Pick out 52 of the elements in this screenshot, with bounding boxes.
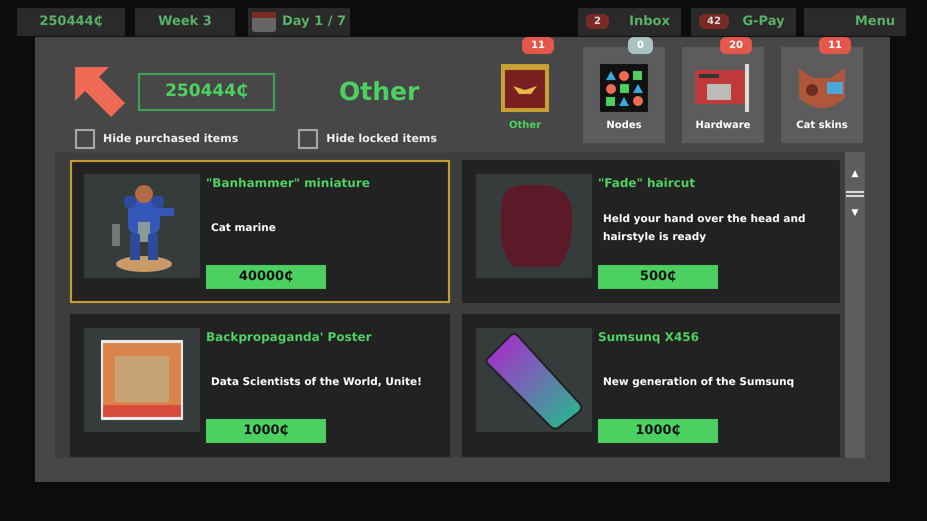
item-name: Sumsunq X456 bbox=[598, 329, 700, 346]
checkbox-label: Hide purchased items bbox=[103, 130, 238, 147]
count-badge: 0 bbox=[628, 37, 653, 54]
category-title: Other bbox=[339, 76, 420, 108]
category-tab[interactable]: Cat skins bbox=[781, 47, 863, 143]
checkbox-label: Hide locked items bbox=[326, 130, 437, 147]
scroll-up-button[interactable]: ▲ bbox=[852, 170, 858, 179]
item-card[interactable]: "Banhammer" miniature Cat marine 40000₵ bbox=[70, 160, 450, 303]
gpay-button[interactable]: 42 G-Pay bbox=[691, 8, 796, 36]
banner-icon bbox=[501, 64, 549, 112]
count-badge: 11 bbox=[522, 37, 554, 54]
count-badge: 11 bbox=[819, 37, 851, 54]
back-arrow-icon[interactable] bbox=[75, 67, 125, 117]
week-display[interactable]: Week 3 bbox=[135, 8, 235, 36]
category-tab[interactable]: Nodes bbox=[583, 47, 665, 143]
inbox-label: Inbox bbox=[629, 13, 670, 32]
shapes-icon bbox=[600, 64, 648, 112]
money-text: 250444₵ bbox=[39, 13, 103, 32]
day-display[interactable]: Day 1 / 7 bbox=[248, 8, 350, 36]
category-tab[interactable]: Hardware bbox=[682, 47, 764, 143]
item-description: Held your hand over the head and hairstyle is ready bbox=[602, 212, 806, 244]
scroll-down-button[interactable]: ▼ bbox=[852, 209, 858, 218]
buy-button[interactable]: 500₵ bbox=[598, 265, 718, 289]
menu-button[interactable]: Menu bbox=[804, 8, 906, 36]
buy-button[interactable]: 1000₵ bbox=[598, 419, 718, 443]
scroll-handle-icon[interactable] bbox=[846, 191, 864, 197]
count-badge: 20 bbox=[720, 37, 752, 54]
item-description: Cat marine bbox=[210, 220, 277, 236]
item-description: Data Scientists of the World, Unite! bbox=[210, 374, 423, 390]
buy-button[interactable]: 40000₵ bbox=[206, 265, 326, 289]
buy-button[interactable]: 1000₵ bbox=[206, 419, 326, 443]
checkbox[interactable] bbox=[298, 129, 318, 149]
notification-badge: 42 bbox=[699, 14, 729, 29]
item-name: "Banhammer" miniature bbox=[206, 175, 370, 192]
item-name: Backpropaganda' Poster bbox=[206, 329, 373, 346]
menu-label: Menu bbox=[854, 13, 896, 32]
item-name: "Fade" haircut bbox=[598, 175, 696, 192]
day-text: Day 1 / 7 bbox=[282, 13, 346, 32]
circuit-board-icon bbox=[695, 64, 751, 112]
item-description: New generation of the Sumsunq bbox=[602, 374, 796, 390]
item-card[interactable]: Backpropaganda' Poster Data Scientists of the World, Unite! 1000₵ bbox=[70, 314, 450, 457]
checkbox[interactable] bbox=[75, 129, 95, 149]
week-text: Week 3 bbox=[158, 13, 212, 32]
calendar-icon bbox=[252, 12, 276, 32]
money-display[interactable]: 250444₵ bbox=[17, 8, 125, 36]
item-card[interactable]: "Fade" haircut Held your hand over the head and hairstyle is ready 500₵ bbox=[462, 160, 840, 303]
balance-display: 250444₵ bbox=[138, 73, 275, 111]
item-card[interactable]: Sumsunq X456 New generation of the Sumsunq 1000₵ bbox=[462, 314, 840, 457]
inbox-button[interactable]: 2 Inbox bbox=[578, 8, 681, 36]
scrollbar[interactable]: ▲ ▼ bbox=[845, 152, 865, 458]
notification-badge: 2 bbox=[586, 14, 609, 29]
gpay-label: G-Pay bbox=[742, 13, 785, 32]
